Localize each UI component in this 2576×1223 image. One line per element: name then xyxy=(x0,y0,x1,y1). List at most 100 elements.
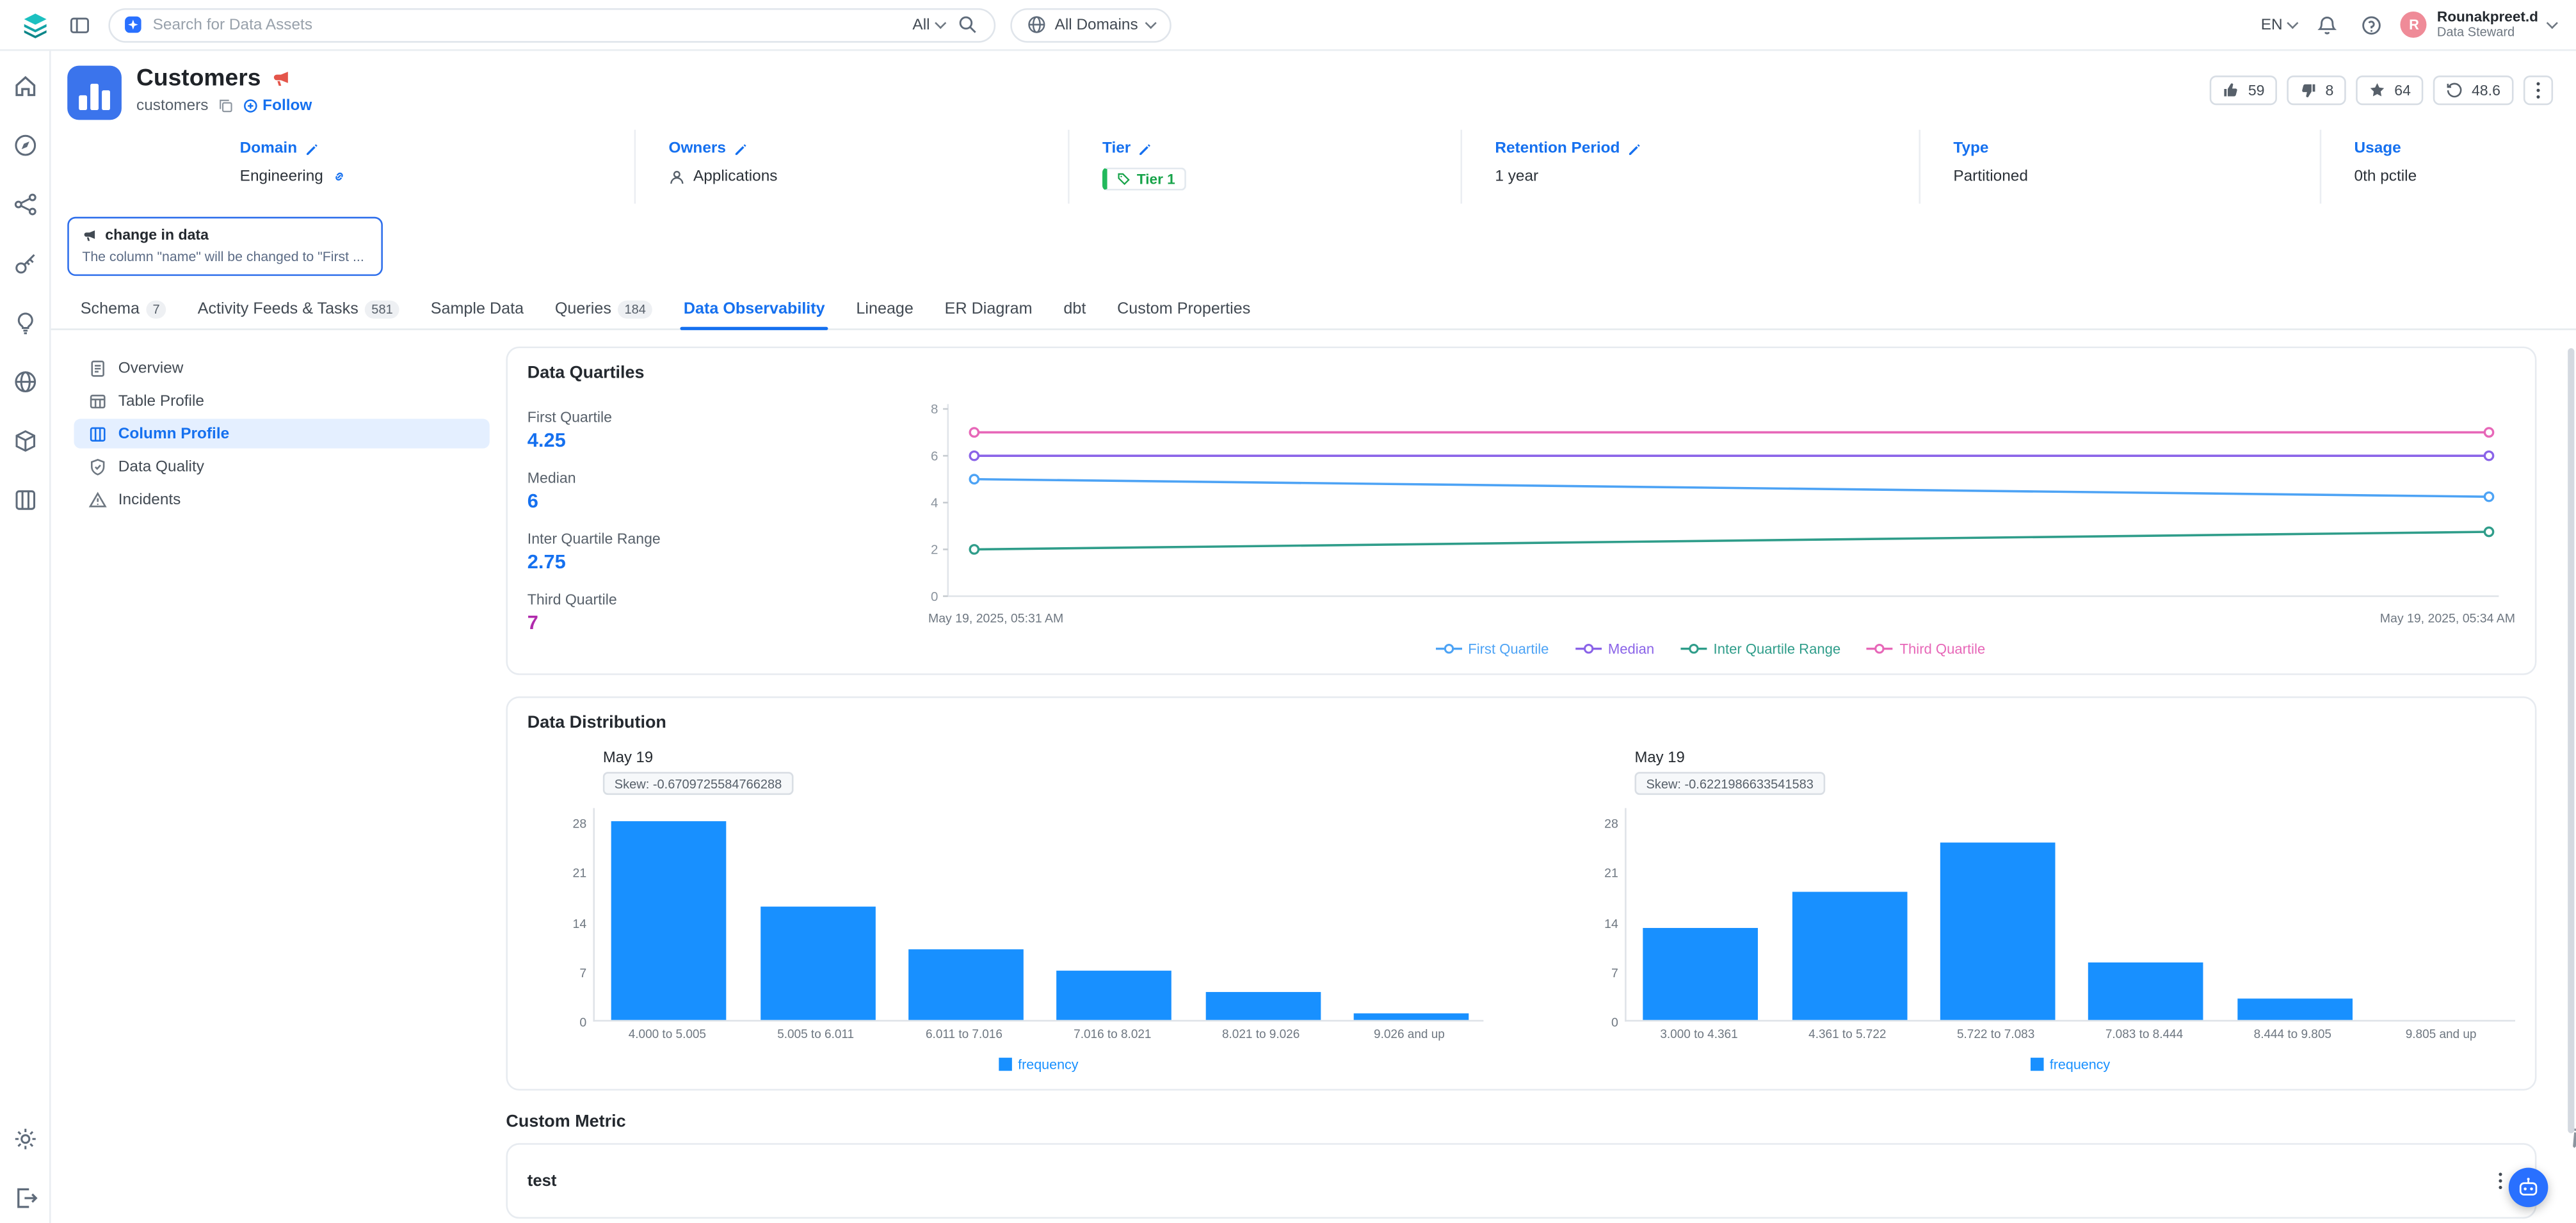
language-value: EN xyxy=(2261,15,2283,33)
profiler-panels: Data Quartiles First Quartile 4.25 Median… xyxy=(506,346,2536,1219)
subnav-item-label: Overview xyxy=(118,359,184,377)
search-sparkle-icon xyxy=(125,17,141,33)
tab-sample-data[interactable]: Sample Data xyxy=(428,301,527,329)
histogram-bar xyxy=(760,906,875,1019)
tab-dbt[interactable]: dbt xyxy=(1060,301,1089,329)
tab-activity-feeds-tasks[interactable]: Activity Feeds & Tasks581 xyxy=(195,301,403,329)
tab-lineage[interactable]: Lineage xyxy=(853,301,917,329)
help-icon[interactable] xyxy=(2356,10,2386,39)
search-scope-dropdown[interactable]: All xyxy=(912,15,944,33)
legend-first-quartile[interactable]: First Quartile xyxy=(1435,641,1549,657)
x-tick-label: 6.011 to 7.016 xyxy=(890,1027,1038,1041)
breadcrumb[interactable]: customers xyxy=(136,97,208,115)
histogram-bar xyxy=(1353,1013,1469,1020)
edit-pencil-icon[interactable] xyxy=(305,142,319,156)
sidebar-toggle-icon[interactable] xyxy=(64,10,93,39)
edit-pencil-icon[interactable] xyxy=(734,142,748,156)
subnav-item-table-profile[interactable]: Table Profile xyxy=(74,386,489,415)
legend-frequency[interactable]: frequency xyxy=(1625,1056,2515,1073)
metric-label: Inter Quartile Range xyxy=(527,531,905,547)
quartile-metrics: First Quartile 4.25Median 6Inter Quartil… xyxy=(527,396,905,657)
subnav-item-column-profile[interactable]: Column Profile xyxy=(74,419,489,448)
x-tick-label: 7.083 to 8.444 xyxy=(2070,1027,2219,1041)
data-quality-icon xyxy=(89,458,107,476)
lineage-graph-icon[interactable] xyxy=(12,192,36,216)
tab-count-badge: 184 xyxy=(618,301,652,319)
home-icon[interactable] xyxy=(12,74,36,98)
app-logo-icon[interactable] xyxy=(20,10,49,39)
link-icon[interactable] xyxy=(332,169,346,184)
entity-tabs: Schema7 Activity Feeds & Tasks581 Sample D… xyxy=(51,296,2576,330)
domains-globe-icon[interactable] xyxy=(12,369,36,394)
upvotes-button[interactable]: 59 xyxy=(2210,76,2278,105)
metrics-board-icon[interactable] xyxy=(12,488,36,512)
quartiles-line-chart: 02468 xyxy=(905,396,2515,609)
custom-metric-title: test xyxy=(527,1172,557,1190)
meta-type: TypePartitioned xyxy=(1919,130,2319,204)
histogram-bar xyxy=(1792,892,1907,1020)
notifications-bell-icon[interactable] xyxy=(2312,10,2342,39)
x-tick-label: 9.026 and up xyxy=(1335,1027,1484,1041)
meta-label: Domain xyxy=(240,140,297,157)
search-input[interactable]: Search for Data Assets xyxy=(153,15,901,33)
card-title-data-quartiles: Data Quartiles xyxy=(527,363,2515,383)
svg-text:6: 6 xyxy=(931,449,938,463)
legend-median[interactable]: Median xyxy=(1575,641,1655,657)
chat-assistant-button[interactable] xyxy=(2509,1168,2548,1208)
subnav-item-overview[interactable]: Overview xyxy=(74,353,489,383)
downvotes-button[interactable]: 8 xyxy=(2287,76,2346,105)
insights-bulb-icon[interactable] xyxy=(12,310,36,335)
legend-third-quartile[interactable]: Third Quartile xyxy=(1867,641,1985,657)
user-menu[interactable]: R Rounakpreet.d Data Steward xyxy=(2401,9,2556,40)
announcement-alert-icon[interactable] xyxy=(271,69,291,89)
data-products-box-icon[interactable] xyxy=(12,429,36,453)
announcement-card[interactable]: change in data The column "name" will be… xyxy=(67,217,383,276)
tab-er-diagram[interactable]: ER Diagram xyxy=(942,301,1036,329)
meta-retention-period: Retention Period1 year xyxy=(1460,130,1919,204)
metric-value: 2.75 xyxy=(527,550,905,573)
robot-chat-icon xyxy=(2517,1176,2540,1199)
legend-frequency[interactable]: frequency xyxy=(593,1056,1483,1073)
histogram-bar xyxy=(1205,991,1320,1019)
openmetadata-app: Search for Data Assets All All Domains xyxy=(0,0,2576,1223)
metric-median: Median 6 xyxy=(527,470,905,513)
tab-schema[interactable]: Schema7 xyxy=(77,301,170,329)
tab-data-observability[interactable]: Data Observability xyxy=(680,301,828,329)
tab-count-badge: 581 xyxy=(365,301,399,319)
kebab-icon xyxy=(2536,88,2540,92)
copy-icon[interactable] xyxy=(218,99,233,113)
edit-pencil-icon[interactable] xyxy=(1628,142,1641,156)
vertical-scrollbar[interactable] xyxy=(2568,348,2574,1133)
metric-value: 4.25 xyxy=(527,429,905,452)
legend-inter-quartile-range[interactable]: Inter Quartile Range xyxy=(1680,641,1840,657)
entity-more-menu-button[interactable] xyxy=(2524,76,2553,105)
overview-icon xyxy=(89,359,107,377)
tab-custom-properties[interactable]: Custom Properties xyxy=(1114,301,1253,329)
explore-compass-icon[interactable] xyxy=(12,133,36,157)
data-quartiles-card: Data Quartiles First Quartile 4.25 Median… xyxy=(506,346,2536,675)
settings-gear-icon[interactable] xyxy=(12,1127,36,1151)
follow-button[interactable]: Follow xyxy=(243,97,312,115)
meta-value: Engineering xyxy=(240,168,634,186)
histogram-bar xyxy=(2237,998,2352,1019)
subnav-item-data-quality[interactable]: Data Quality xyxy=(74,452,489,481)
meta-value: Partitioned xyxy=(1953,168,2319,186)
followers-button[interactable]: 64 xyxy=(2356,76,2424,105)
meta-label: Tier xyxy=(1102,140,1131,157)
subnav-item-label: Column Profile xyxy=(118,424,229,442)
subnav-item-incidents[interactable]: Incidents xyxy=(74,484,489,514)
access-key-icon[interactable] xyxy=(12,252,36,276)
search-icon[interactable] xyxy=(956,13,979,36)
domains-label: All Domains xyxy=(1055,15,1138,33)
x-axis-label-end: May 19, 2025, 05:34 AM xyxy=(2380,611,2515,626)
version-button[interactable]: 48.6 xyxy=(2434,76,2514,105)
edit-pencil-icon[interactable] xyxy=(1139,142,1152,156)
histogram-plot: 07142128 xyxy=(593,808,1483,1022)
global-search[interactable]: Search for Data Assets All xyxy=(108,8,995,42)
tab-queries[interactable]: Queries184 xyxy=(552,301,656,329)
y-tick-label: 14 xyxy=(543,916,586,931)
logout-icon[interactable] xyxy=(12,1186,36,1210)
language-dropdown[interactable]: EN xyxy=(2261,15,2298,33)
domains-dropdown[interactable]: All Domains xyxy=(1010,8,1171,42)
incidents-icon xyxy=(89,490,107,508)
